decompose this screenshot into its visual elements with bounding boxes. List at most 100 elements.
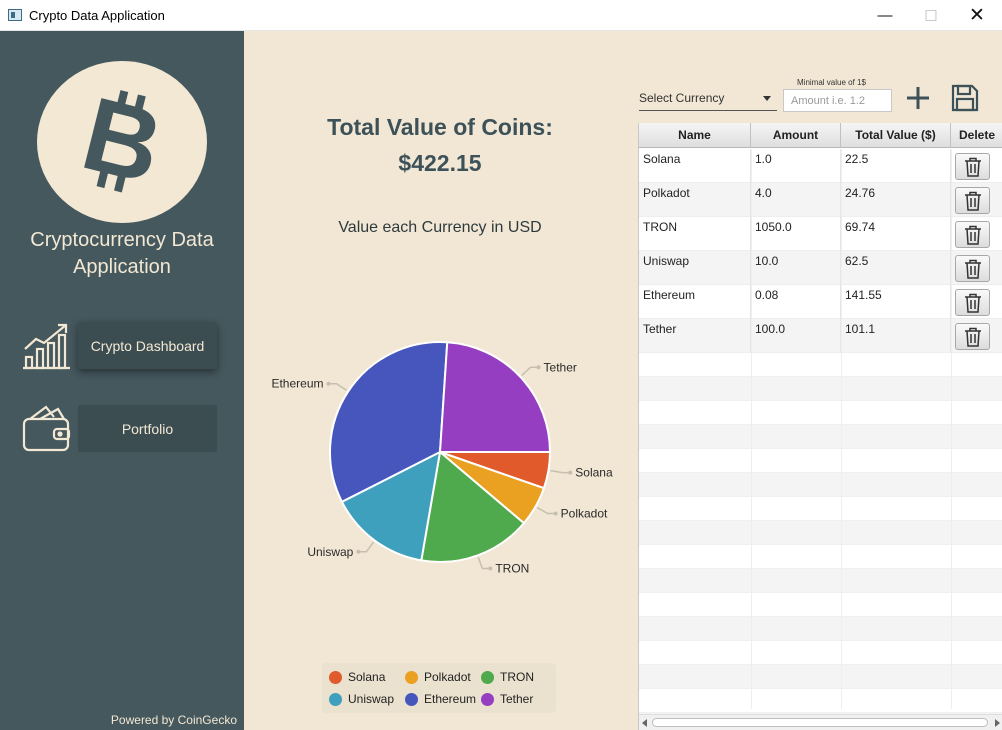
cell-delete: [951, 319, 1002, 353]
maximize-button[interactable]: ☐: [908, 0, 954, 31]
cell-delete: [951, 149, 1002, 183]
legend-label: Tether: [500, 692, 534, 706]
empty-row: [639, 593, 1002, 617]
cell-name: TRON: [639, 217, 751, 251]
powered-by-text: Powered by CoinGecko: [110, 713, 237, 727]
cell-name: Ethereum: [639, 285, 751, 319]
cell-amount: 4.0: [751, 183, 841, 217]
trash-icon: [964, 191, 981, 211]
cell-total: 62.5: [841, 251, 951, 285]
scroll-right-icon[interactable]: [995, 719, 1000, 727]
empty-row: [639, 353, 1002, 377]
cell-total: 101.1: [841, 319, 951, 353]
table-header: Name Amount Total Value ($) Delete: [639, 123, 1002, 148]
amount-input[interactable]: [783, 89, 892, 112]
cell-name: Uniswap: [639, 251, 751, 285]
empty-row: [639, 449, 1002, 473]
table-row[interactable]: Polkadot 4.0 24.76: [639, 183, 1002, 217]
cell-delete: [951, 183, 1002, 217]
column-header-total[interactable]: Total Value ($): [841, 123, 951, 148]
legend-item: Solana: [329, 670, 385, 684]
column-divider: [951, 149, 952, 709]
pie-label-dot: [568, 470, 573, 475]
cell-name: Tether: [639, 319, 751, 353]
currency-select[interactable]: Select Currency: [639, 86, 777, 111]
table-row[interactable]: Ethereum 0.08 141.55: [639, 285, 1002, 319]
add-button[interactable]: [904, 84, 932, 112]
delete-button[interactable]: [955, 323, 990, 350]
column-header-name[interactable]: Name: [639, 123, 751, 148]
pie-label-dot: [553, 511, 558, 516]
legend-label: Solana: [348, 670, 386, 684]
pie-label-leader: [536, 506, 556, 515]
cell-amount: 0.08: [751, 285, 841, 319]
legend-label: Ethereum: [424, 692, 477, 706]
table-row[interactable]: Tether 100.0 101.1: [639, 319, 1002, 353]
legend-item: Tether: [481, 692, 533, 706]
pie-label-leader: [521, 366, 539, 377]
pie-label-dot: [356, 549, 361, 554]
table-row[interactable]: TRON 1050.0 69.74: [639, 217, 1002, 251]
pie-label: Ethereum: [271, 377, 323, 391]
pie-label-dot: [536, 365, 541, 370]
cell-delete: [951, 285, 1002, 319]
trash-icon: [964, 157, 981, 177]
pie-label: Solana: [575, 466, 613, 480]
portfolio-table: Name Amount Total Value ($) Delete Solan…: [638, 123, 1002, 730]
cell-total: 141.55: [841, 285, 951, 319]
cell-amount: 10.0: [751, 251, 841, 285]
empty-row: [639, 689, 1002, 713]
horizontal-scrollbar[interactable]: [639, 714, 1002, 730]
pie-label-leader: [358, 541, 375, 553]
cell-total: 69.74: [841, 217, 951, 251]
table-row[interactable]: Uniswap 10.0 62.5: [639, 251, 1002, 285]
pie-label: Uniswap: [307, 545, 353, 559]
cell-total: 22.5: [841, 149, 951, 183]
delete-button[interactable]: [955, 187, 990, 214]
minimize-button[interactable]: —: [862, 0, 908, 31]
empty-row: [639, 641, 1002, 665]
delete-button[interactable]: [955, 289, 990, 316]
save-button[interactable]: [950, 83, 980, 113]
cell-total: 24.76: [841, 183, 951, 217]
pie-label-dot: [326, 381, 331, 386]
column-header-delete[interactable]: Delete: [951, 123, 1002, 148]
scroll-left-icon[interactable]: [642, 719, 647, 727]
delete-button[interactable]: [955, 255, 990, 282]
cell-amount: 1050.0: [751, 217, 841, 251]
table-row[interactable]: Solana 1.0 22.5: [639, 149, 1002, 183]
column-header-amount[interactable]: Amount: [751, 123, 841, 148]
legend-color-swatch: [329, 670, 342, 684]
pie-label: Tether: [544, 360, 577, 374]
trash-icon: [964, 293, 981, 313]
cell-delete: [951, 251, 1002, 285]
column-divider: [751, 149, 752, 709]
trash-icon: [964, 327, 981, 347]
legend-item: TRON: [481, 670, 534, 684]
delete-button[interactable]: [955, 153, 990, 180]
pie-chart: Solana Polkadot TRON Uniswap Ethereum Tether: [271, 341, 613, 576]
legend-color-swatch: [481, 692, 494, 706]
chart-legend: Solana Polkadot TRON Uniswap Ethereum Tether: [322, 663, 556, 713]
cell-delete: [951, 217, 1002, 251]
delete-button[interactable]: [955, 221, 990, 248]
chevron-down-icon: [763, 96, 771, 101]
currency-select-label: Select Currency: [639, 91, 725, 105]
cell-amount: 1.0: [751, 149, 841, 183]
pie-slice-tether: [438, 341, 552, 453]
legend-item: Uniswap: [329, 692, 394, 706]
pie-label-leader: [477, 557, 491, 570]
legend-label: Uniswap: [348, 692, 395, 706]
scrollbar-thumb[interactable]: [652, 718, 988, 727]
legend-color-swatch: [329, 692, 342, 706]
close-button[interactable]: ✕: [954, 0, 1000, 31]
plus-icon: [907, 87, 929, 109]
legend-item: Ethereum: [405, 692, 476, 706]
empty-row: [639, 473, 1002, 497]
empty-row: [639, 569, 1002, 593]
empty-row: [639, 545, 1002, 569]
cell-name: Solana: [639, 149, 751, 183]
save-icon: [951, 84, 979, 112]
empty-row: [639, 497, 1002, 521]
legend-color-swatch: [481, 670, 494, 684]
